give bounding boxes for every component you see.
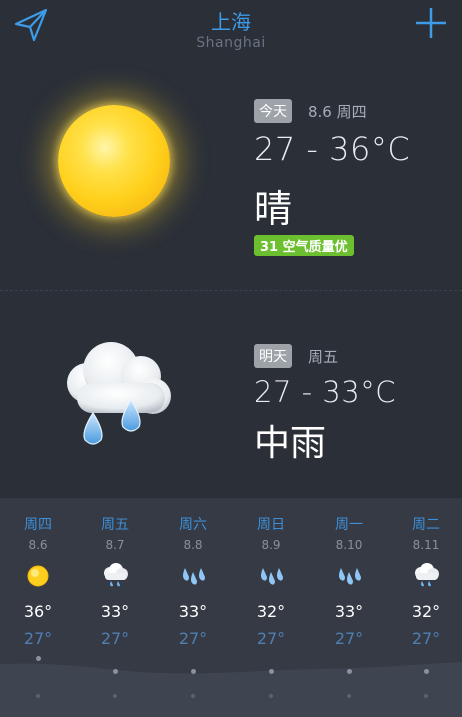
- aqi-badge[interactable]: 31 空气质量优: [254, 235, 354, 256]
- trend-dot: [36, 656, 41, 661]
- forecast-date: 8.10: [335, 538, 363, 552]
- trend-dot: [191, 694, 195, 698]
- forecast-low: 27°: [100, 629, 130, 648]
- tomorrow-temperature: 27 - 33°C: [254, 375, 396, 409]
- forecast-low: 27°: [178, 629, 208, 648]
- cloud-rain-icon: [411, 562, 441, 590]
- sun-icon: [23, 562, 53, 590]
- tomorrow-badge: 明天: [254, 344, 292, 368]
- forecast-date: 8.8: [183, 538, 203, 552]
- forecast-high: 32°: [411, 602, 441, 621]
- rain-drops-icon: [334, 562, 364, 590]
- trend-dot: [36, 694, 40, 698]
- forecast-weekday: 周一: [335, 517, 363, 533]
- forecast-high: 33°: [178, 602, 208, 621]
- tomorrow-condition: 中雨: [254, 423, 327, 464]
- forecast-weekday: 周日: [257, 517, 285, 533]
- forecast-high: 32°: [256, 602, 286, 621]
- rain-drops-icon: [256, 562, 286, 590]
- forecast-low: 27°: [256, 629, 286, 648]
- trend-dot: [113, 694, 117, 698]
- forecast-low: 27°: [411, 629, 441, 648]
- forecast-high: 36°: [23, 602, 53, 621]
- divider: [0, 290, 462, 291]
- cloud-rain-icon: [100, 562, 130, 590]
- forecast-high: 33°: [334, 602, 364, 621]
- forecast-strip: 周四 8.6 36° 27° 周五 8.7 33° 27° 周六 8.8 33°…: [0, 498, 462, 717]
- trend-dot: [269, 694, 273, 698]
- today-temperature: 27 - 36°C: [254, 130, 411, 168]
- trend-dot: [424, 694, 428, 698]
- rain-drops-icon: [178, 562, 208, 590]
- trend-dot: [191, 669, 196, 674]
- add-city-button[interactable]: [414, 6, 448, 40]
- cloud-rain-icon: [55, 338, 180, 458]
- forecast-low: 27°: [23, 629, 53, 648]
- forecast-weekday: 周四: [24, 517, 52, 533]
- city-name-english: Shanghai: [196, 35, 266, 51]
- forecast-date: 8.6: [28, 538, 48, 552]
- today-date: 8.6 周四: [308, 103, 367, 121]
- forecast-low: 27°: [334, 629, 364, 648]
- today-badge: 今天: [254, 99, 292, 123]
- sun-icon: [58, 105, 170, 217]
- trend-dot: [347, 669, 352, 674]
- forecast-high: 33°: [100, 602, 130, 621]
- forecast-date: 8.7: [105, 538, 125, 552]
- forecast-weekday: 周五: [101, 517, 129, 533]
- forecast-weekday: 周二: [412, 517, 440, 533]
- tomorrow-date: 周五: [308, 348, 339, 366]
- trend-dot: [269, 669, 274, 674]
- trend-dot: [347, 694, 351, 698]
- temperature-trend-area: [0, 662, 462, 717]
- city-name[interactable]: 上海: [0, 6, 462, 35]
- forecast-date: 8.9: [261, 538, 281, 552]
- trend-dot: [424, 669, 429, 674]
- header: 上海 Shanghai: [0, 0, 462, 60]
- today-condition: 晴: [254, 187, 293, 231]
- trend-dot: [113, 669, 118, 674]
- forecast-date: 8.11: [412, 538, 440, 552]
- forecast-weekday: 周六: [179, 517, 207, 533]
